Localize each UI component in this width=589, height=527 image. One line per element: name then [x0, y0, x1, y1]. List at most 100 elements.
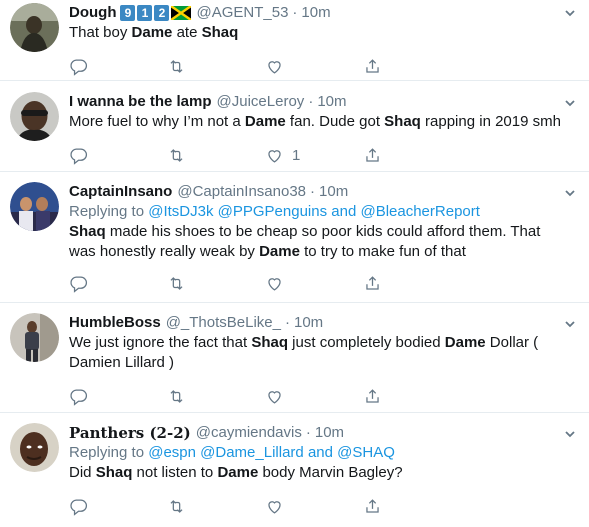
jamaica-flag-icon: [171, 6, 192, 20]
like-button[interactable]: [265, 57, 363, 76]
avatar[interactable]: [10, 313, 59, 362]
text-segment: fan. Dude got: [285, 113, 385, 130]
timestamp[interactable]: 10m: [315, 423, 344, 443]
tweet-actions: [69, 49, 561, 83]
display-name[interactable]: CaptainInsano: [69, 182, 172, 202]
mention-link[interactable]: @espn: [148, 444, 196, 461]
timestamp[interactable]: 10m: [317, 92, 346, 112]
display-name[interactable]: I wanna be the lamp: [69, 92, 212, 112]
tweet[interactable]: Panthers (2-2) @caymiendavis · 10m Reply…: [0, 413, 589, 527]
username[interactable]: @JuiceLeroy: [217, 92, 305, 112]
caret-down-icon: [565, 190, 575, 197]
retweet-button[interactable]: [167, 387, 265, 406]
like-button[interactable]: [265, 387, 363, 406]
like-button[interactable]: [265, 497, 363, 516]
text-segment: just completely bodied: [288, 334, 445, 351]
reply-button[interactable]: [69, 146, 167, 165]
username[interactable]: @_ThotsBeLike_: [166, 313, 281, 333]
more-options-button[interactable]: [563, 317, 577, 331]
username[interactable]: @AGENT_53: [196, 3, 288, 23]
reply-button[interactable]: [69, 274, 167, 293]
display-name[interactable]: Panthers (2-2): [69, 423, 191, 443]
tweet-header: CaptainInsano @CaptainInsano38 · 10m: [69, 182, 561, 202]
timestamp[interactable]: 10m: [294, 313, 323, 333]
text-segment: Did: [69, 464, 96, 481]
tweet-header: Dough 9 1 2 @AGENT_53 · 10m: [69, 3, 561, 23]
tweet-actions: 1: [69, 138, 561, 172]
reply-icon: [70, 389, 87, 406]
more-options-button[interactable]: [563, 6, 577, 20]
tweet-header: Panthers (2-2) @caymiendavis · 10m: [69, 423, 561, 443]
caret-down-icon: [565, 10, 575, 17]
tweet[interactable]: Dough 9 1 2 @AGENT_53 · 10m That boy Dam…: [0, 0, 589, 81]
avatar-column: [10, 182, 69, 302]
retweet-icon: [170, 499, 183, 513]
tweet[interactable]: HumbleBoss @_ThotsBeLike_ · 10m We just …: [0, 303, 589, 413]
tweet-body: HumbleBoss @_ThotsBeLike_ · 10m We just …: [69, 313, 589, 412]
text-segment: not listen to: [132, 464, 218, 481]
keycap-9-badge: 9: [120, 5, 136, 21]
reply-button[interactable]: [69, 57, 167, 76]
mention-link[interactable]: @Dame_Lillard: [200, 444, 304, 461]
tweet-text: That boy Dame ate Shaq: [69, 23, 561, 43]
share-button[interactable]: [363, 497, 461, 516]
bold-keyword: Shaq: [251, 334, 289, 351]
reply-button[interactable]: [69, 497, 167, 516]
display-name[interactable]: HumbleBoss: [69, 313, 161, 333]
more-options-button[interactable]: [563, 427, 577, 441]
share-button[interactable]: [363, 146, 461, 165]
avatar[interactable]: [10, 182, 59, 231]
reply-button[interactable]: [69, 387, 167, 406]
mention-link[interactable]: @BleacherReport: [360, 203, 479, 220]
separator-dot: ·: [305, 424, 311, 441]
tweet-header: HumbleBoss @_ThotsBeLike_ · 10m: [69, 313, 561, 333]
text-segment: to try to make fun of that: [299, 243, 466, 260]
keycap-1-badge: 1: [137, 5, 153, 21]
share-icon: [366, 58, 379, 73]
display-name[interactable]: Dough: [69, 3, 116, 23]
retweet-button[interactable]: [167, 497, 265, 516]
tweet-body: I wanna be the lamp @JuiceLeroy · 10m Mo…: [69, 92, 589, 171]
like-icon: [268, 390, 281, 404]
tweet[interactable]: I wanna be the lamp @JuiceLeroy · 10m Mo…: [0, 81, 589, 172]
mention-link[interactable]: @ItsDJ3k: [148, 203, 213, 220]
bold-keyword: Dame: [131, 24, 173, 41]
tweet-body: CaptainInsano @CaptainInsano38 · 10m Rep…: [69, 182, 589, 302]
replying-to-label: Replying to: [69, 444, 149, 461]
tweet-actions: [69, 266, 561, 300]
separator-dot: ·: [310, 183, 316, 200]
username[interactable]: @caymiendavis: [196, 423, 302, 443]
bold-keyword: Dame: [244, 113, 286, 130]
text-segment: rapping in 2019 smh: [420, 113, 561, 130]
mention-link[interactable]: @PPGPenguins: [218, 203, 327, 220]
retweet-button[interactable]: [167, 274, 265, 293]
retweet-button[interactable]: [167, 146, 265, 165]
mention-link[interactable]: @SHAQ: [337, 444, 395, 461]
timestamp[interactable]: 10m: [319, 182, 348, 202]
avatar[interactable]: [10, 3, 59, 52]
share-button[interactable]: [363, 274, 461, 293]
avatar-column: [10, 423, 69, 527]
tweet[interactable]: CaptainInsano @CaptainInsano38 · 10m Rep…: [0, 172, 589, 303]
bold-keyword: Shaq: [95, 464, 133, 481]
avatar[interactable]: [10, 92, 59, 141]
timestamp[interactable]: 10m: [301, 3, 330, 23]
like-button[interactable]: 1: [265, 146, 363, 165]
reply-icon: [70, 59, 87, 76]
tweet-body: Panthers (2-2) @caymiendavis · 10m Reply…: [69, 423, 589, 527]
more-options-button[interactable]: [563, 96, 577, 110]
share-button[interactable]: [363, 387, 461, 406]
tweet-actions: [69, 379, 561, 413]
like-button[interactable]: [265, 274, 363, 293]
conjunction: and: [331, 203, 357, 220]
retweet-icon: [170, 59, 183, 73]
share-button[interactable]: [363, 57, 461, 76]
more-options-button[interactable]: [563, 186, 577, 200]
username[interactable]: @CaptainInsano38: [177, 182, 306, 202]
avatar[interactable]: [10, 423, 59, 472]
retweet-button[interactable]: [167, 57, 265, 76]
replying-to-label: Replying to: [69, 203, 149, 220]
text-segment: More fuel to why I’m not a: [69, 113, 245, 130]
text-segment: ate: [172, 24, 202, 41]
avatar-column: [10, 92, 69, 171]
